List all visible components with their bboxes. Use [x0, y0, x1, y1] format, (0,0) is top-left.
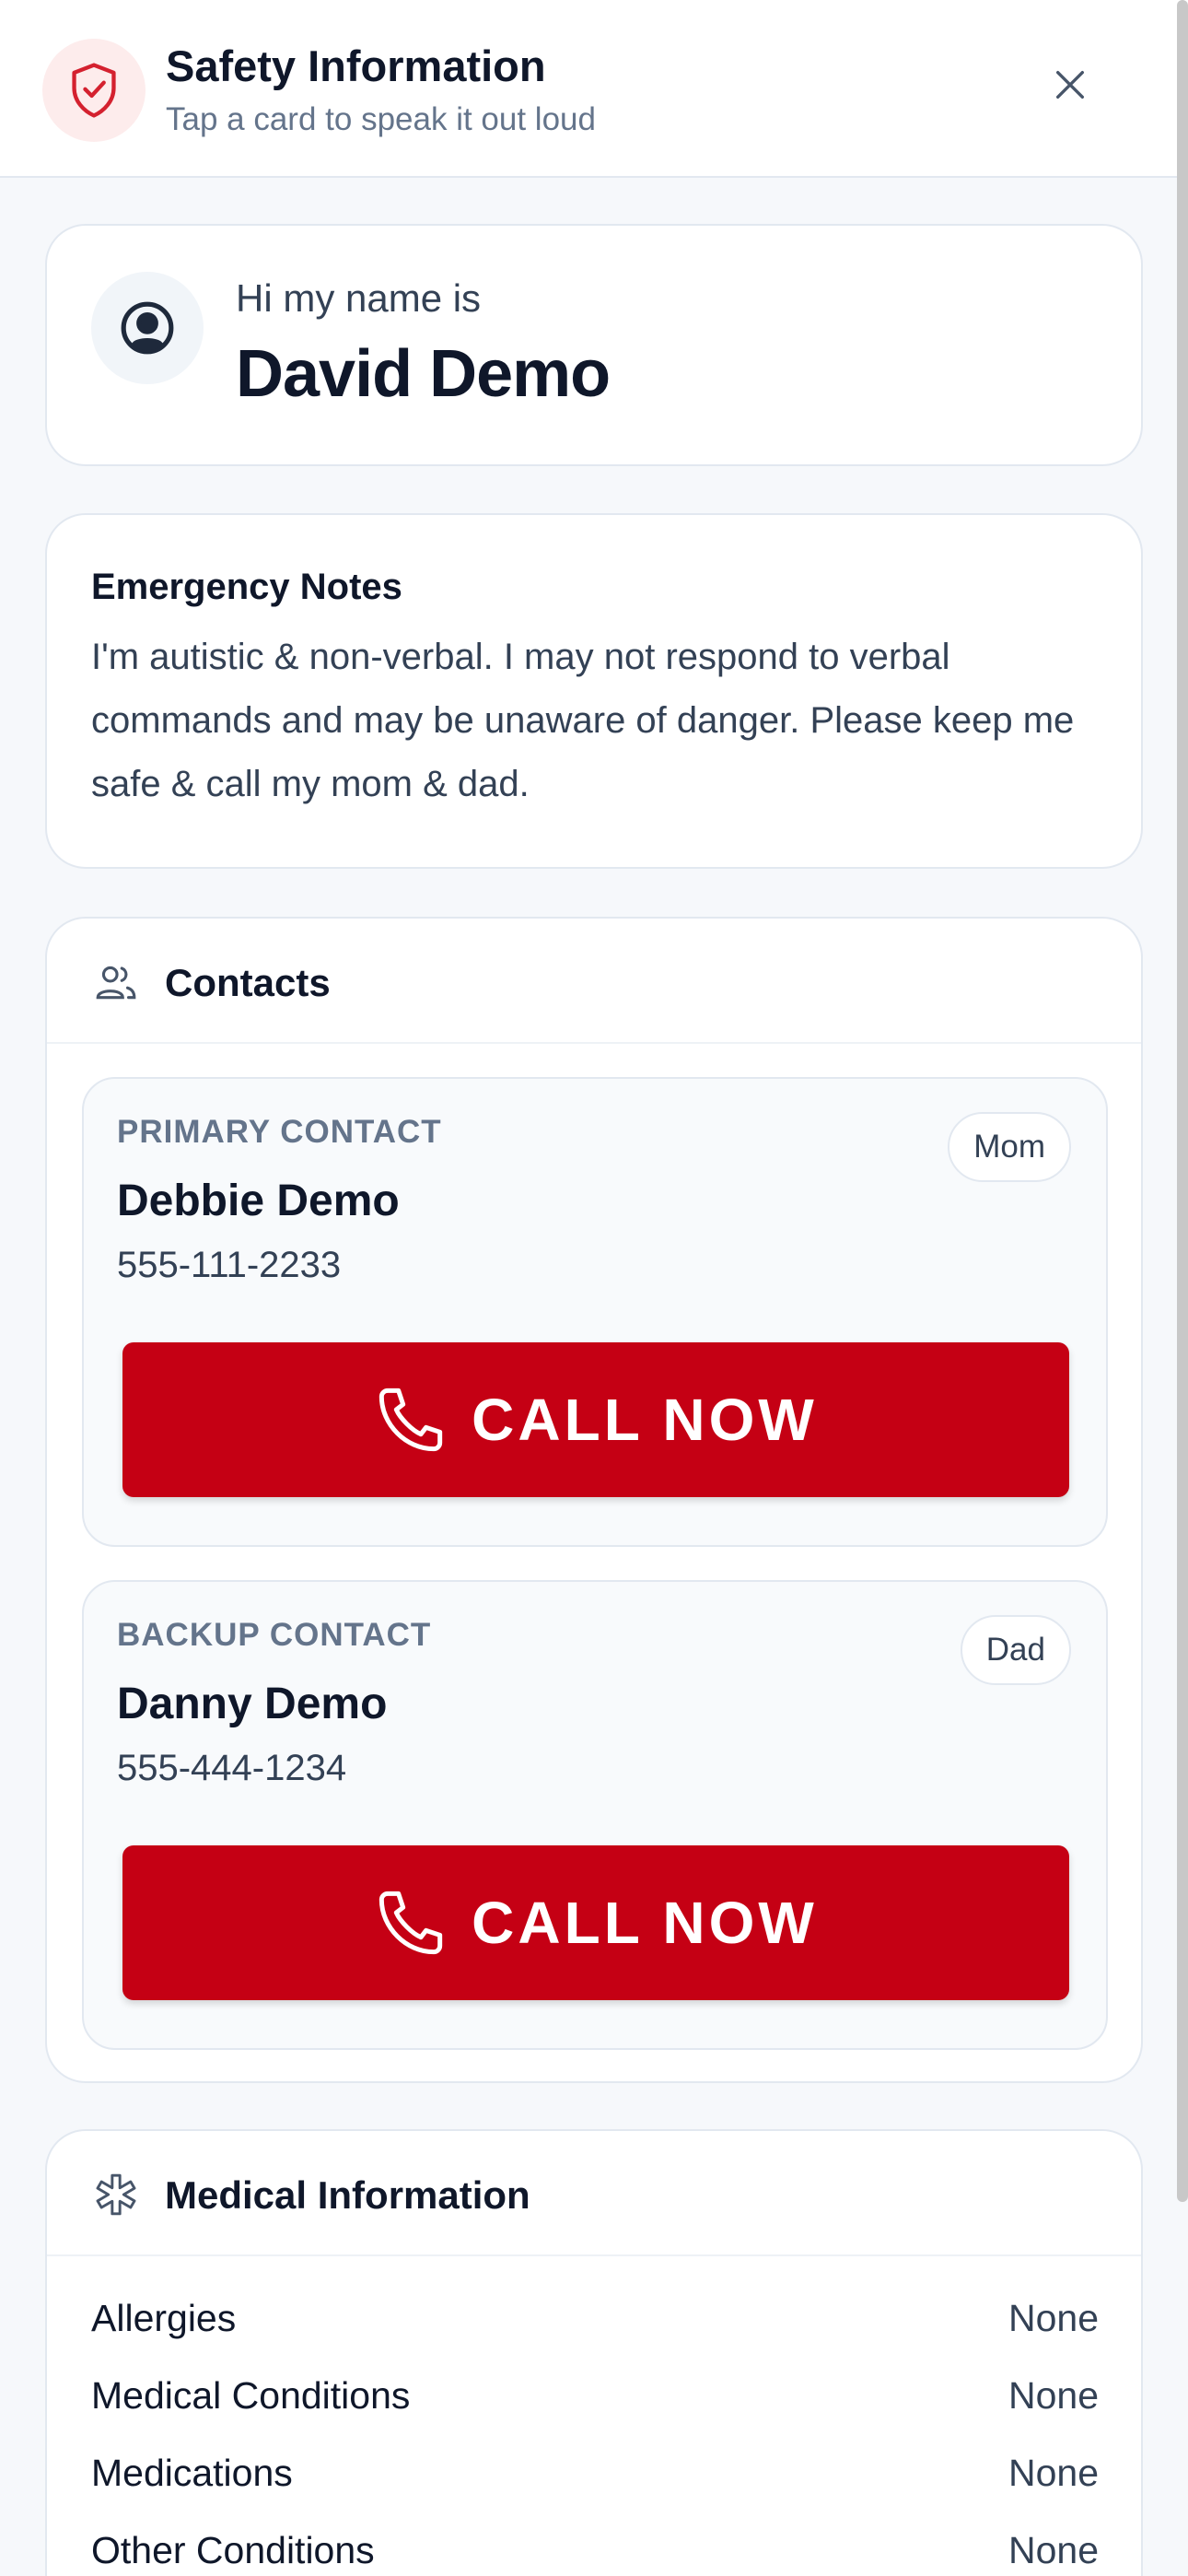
medical-row-allergies: Allergies None — [91, 2288, 1099, 2365]
greeting-text: Hi my name is — [236, 276, 482, 320]
close-button[interactable] — [1041, 55, 1100, 114]
medical-list: Allergies None Medical Conditions None M… — [91, 2288, 1099, 2576]
contact-type-label: BACKUP CONTACT — [117, 1617, 432, 1653]
scrollbar[interactable] — [1177, 0, 1188, 2202]
medical-value: None — [1007, 2452, 1099, 2494]
contact-name: Danny Demo — [117, 1680, 388, 1728]
users-icon — [96, 966, 136, 1000]
page-subtitle: Tap a card to speak it out loud — [166, 101, 596, 137]
call-button-label: CALL NOW — [472, 1890, 818, 1956]
backup-contact-card[interactable]: BACKUP CONTACT Danny Demo 555-444-1234 D… — [82, 1580, 1108, 2050]
person-name: David Demo — [236, 337, 611, 411]
notes-body: I'm autistic & non-verbal. I may not res… — [91, 637, 1075, 804]
medical-title: Medical Information — [165, 2173, 530, 2217]
medical-value: None — [1007, 2297, 1099, 2339]
phone-icon — [379, 1388, 443, 1452]
header-bar: Safety Information Tap a card to speak i… — [0, 0, 1188, 178]
contacts-title: Contacts — [165, 961, 331, 1004]
user-circle-icon — [91, 272, 204, 384]
contact-name: Debbie Demo — [117, 1177, 400, 1225]
medical-asterisk-icon — [96, 2173, 136, 2216]
notes-title: Emergency Notes — [91, 567, 402, 607]
contact-type-label: PRIMARY CONTACT — [117, 1114, 442, 1150]
relation-badge: Mom — [948, 1112, 1071, 1182]
page-title: Safety Information — [166, 41, 546, 90]
call-button-label: CALL NOW — [472, 1387, 818, 1453]
shield-check-icon — [42, 39, 146, 142]
medical-value: None — [1007, 2374, 1099, 2417]
emergency-notes-card[interactable]: Emergency Notes I'm autistic & non-verba… — [45, 513, 1143, 869]
medical-row-other: Other Conditions None — [91, 2520, 1099, 2576]
medical-label: Medical Conditions — [91, 2374, 411, 2417]
medical-info-card[interactable]: Medical Information Allergies None Medic… — [45, 2129, 1143, 2576]
close-icon — [1056, 71, 1084, 100]
call-backup-button[interactable]: CALL NOW — [122, 1845, 1069, 2000]
call-primary-button[interactable]: CALL NOW — [122, 1342, 1069, 1497]
contact-phone: 555-444-1234 — [117, 1748, 347, 1788]
medical-row-medications: Medications None — [91, 2442, 1099, 2520]
medical-header: Medical Information — [47, 2131, 1141, 2256]
medical-label: Medications — [91, 2452, 293, 2494]
identity-card[interactable]: Hi my name is David Demo — [45, 224, 1143, 466]
phone-icon — [379, 1891, 443, 1955]
relation-badge: Dad — [960, 1615, 1071, 1685]
medical-value: None — [1007, 2529, 1099, 2571]
contact-phone: 555-111-2233 — [117, 1245, 342, 1285]
medical-row-conditions: Medical Conditions None — [91, 2365, 1099, 2442]
contacts-header: Contacts — [47, 919, 1141, 1044]
medical-label: Other Conditions — [91, 2529, 375, 2571]
primary-contact-card[interactable]: PRIMARY CONTACT Debbie Demo 555-111-2233… — [82, 1077, 1108, 1547]
medical-label: Allergies — [91, 2297, 237, 2339]
contacts-card: Contacts PRIMARY CONTACT Debbie Demo 555… — [45, 917, 1143, 2083]
safety-info-screen: Safety Information Tap a card to speak i… — [0, 0, 1188, 2576]
